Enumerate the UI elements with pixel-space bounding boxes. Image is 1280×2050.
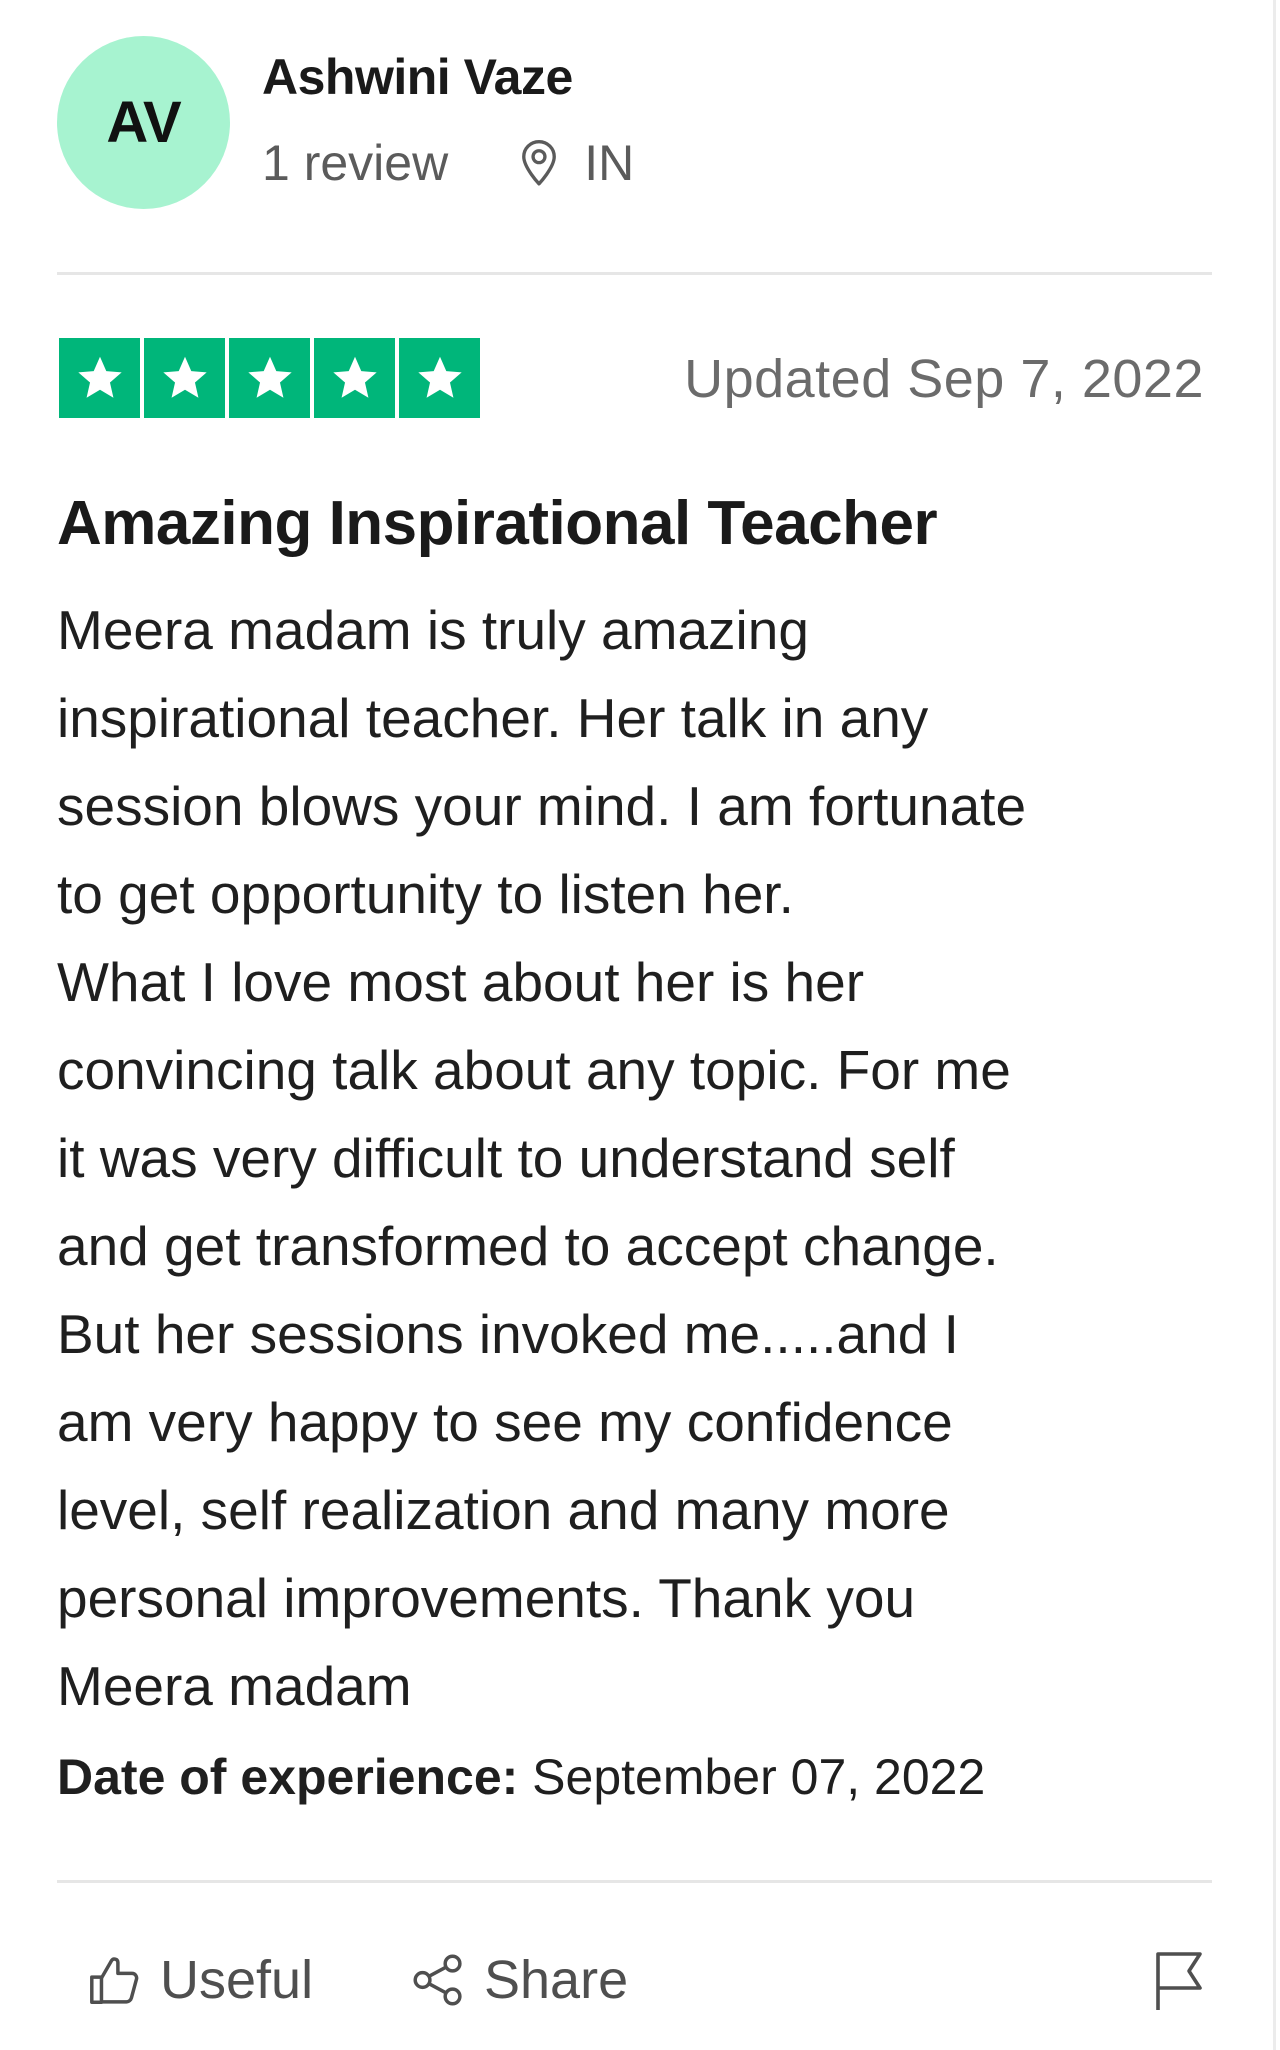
review-count: 1 review: [262, 135, 449, 191]
date-of-experience: Date of experience: September 07, 2022: [57, 1748, 985, 1806]
review-date: Updated Sep 7, 2022: [684, 349, 1204, 409]
review-line: to get opportunity to listen her.: [57, 863, 794, 925]
star-icon: [399, 338, 480, 418]
share-button[interactable]: Share: [410, 1945, 628, 2015]
thumbs-up-icon: [90, 1957, 139, 2004]
divider: [57, 272, 1212, 275]
star-rating: [59, 338, 480, 418]
review-line: What I love most about her is her: [57, 951, 865, 1013]
experience-label: Date of experience:: [57, 1749, 519, 1805]
avatar[interactable]: AV: [57, 36, 230, 209]
review-line: level, self realization and many more: [57, 1479, 950, 1541]
review-title[interactable]: Amazing Inspirational Teacher: [57, 488, 938, 559]
review-line: and get transformed to accept change.: [57, 1215, 999, 1277]
review-line: personal improvements. Thank you: [57, 1567, 916, 1629]
useful-button[interactable]: Useful: [86, 1945, 313, 2015]
reviewer-name[interactable]: Ashwini Vaze: [262, 48, 573, 106]
reviewer-location: IN: [584, 135, 635, 191]
reviewer-meta: 1 review IN: [262, 133, 634, 193]
share-label: Share: [484, 1950, 629, 2010]
review-line: But her sessions invoked me.....and I: [57, 1303, 959, 1365]
experience-date: September 07, 2022: [518, 1749, 986, 1805]
useful-label: Useful: [160, 1950, 314, 2010]
star-icon: [314, 338, 395, 418]
star-icon: [59, 338, 140, 418]
review-card: AV Ashwini Vaze 1 review IN Updated Sep …: [0, 0, 1276, 2050]
review-line: Meera madam is truly amazing: [57, 599, 809, 661]
review-line: inspirational teacher. Her talk in any: [57, 687, 929, 749]
star-icon: [144, 338, 225, 418]
review-line: convincing talk about any topic. For me: [57, 1039, 1011, 1101]
share-icon: [413, 1954, 462, 2006]
review-line: session blows your mind. I am fortunate: [57, 775, 1027, 837]
flag-icon: [1156, 1952, 1202, 2010]
report-button[interactable]: [1150, 1945, 1210, 2015]
review-text: Meera madam is truly amazing inspirationa…: [57, 586, 1227, 1730]
review-line: Meera madam: [57, 1655, 412, 1717]
review-line: am very happy to see my confidence: [57, 1391, 953, 1453]
divider: [57, 1880, 1212, 1883]
location-pin-icon: [522, 139, 557, 186]
review-line: it was very difficult to understand self: [57, 1127, 955, 1189]
star-icon: [229, 338, 310, 418]
